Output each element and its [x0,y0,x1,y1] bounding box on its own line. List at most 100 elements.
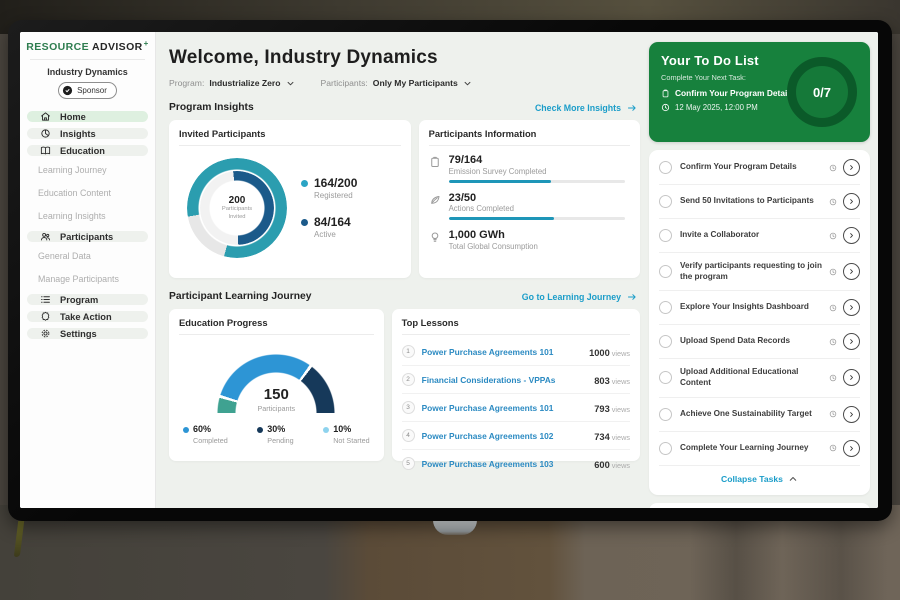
chevron-right-icon [848,232,855,239]
lesson-title-link[interactable]: Power Purchase Agreements 101 [422,347,582,357]
lesson-title-link[interactable]: Power Purchase Agreements 103 [422,459,588,469]
task-open-button[interactable] [843,369,860,386]
clipboard-icon [661,89,670,98]
task-checkbox[interactable] [659,442,672,455]
page-title: Welcome, Industry Dynamics [169,47,640,69]
participants-dropdown-value: Only My Participants [373,78,458,88]
task-open-button[interactable] [843,440,860,457]
task-open-button[interactable] [843,263,860,280]
sidebar-item[interactable]: Manage Participants [27,271,148,287]
sidebar-item[interactable]: Education [27,145,148,156]
sidebar-item[interactable]: Take Action [27,311,148,322]
legend-label: Pending [267,436,293,445]
sidebar-item[interactable]: Education Content [27,185,148,201]
sidebar-item-label: Settings [60,329,97,339]
sidebar: RESOURCE ADVISOR + Industry Dynamics Spo… [20,32,156,508]
legend-value: 84/164 [314,216,351,229]
content-column: Welcome, Industry Dynamics Program: Indu… [169,32,640,508]
sidebar-item[interactable]: Home [27,111,148,122]
program-dropdown-label: Program: [169,78,204,88]
sidebar-item-label: Program [60,295,98,305]
sidebar-item-label: Home [60,112,86,122]
program-dropdown-value: Industrialize Zero [209,78,280,88]
donut-center-value: 200 [229,195,246,206]
legend-dot [301,180,308,187]
task-list: Confirm Your Program Details Send 50 Inv… [659,151,860,466]
lesson-title-link[interactable]: Power Purchase Agreements 102 [422,431,588,441]
clock-icon [829,268,837,276]
task-open-button[interactable] [843,299,860,316]
participants-dropdown[interactable]: Participants: Only My Participants [321,78,472,88]
metric-label: Actions Completed [449,204,630,213]
arrow-right-icon [626,103,638,113]
insights-icon [40,128,51,139]
lesson-rank: 1 [402,345,415,358]
sidebar-divider [30,59,145,60]
legend-item: 60% Completed [183,425,228,445]
task-checkbox[interactable] [659,229,672,242]
sidebar-item[interactable]: Learning Insights [27,208,148,224]
legend-label: Completed [193,436,228,445]
sidebar-item-label: Participants [60,232,113,242]
legend-value: 10% [333,425,369,435]
progress-bar [449,217,625,220]
sidebar-item[interactable]: Insights [27,128,148,139]
chevron-down-icon [463,79,472,88]
settings-icon [40,328,51,339]
app-logo[interactable]: RESOURCE ADVISOR + [20,39,155,59]
section-title-learning-journey: Participant Learning Journey [169,291,311,302]
lesson-title-link[interactable]: Power Purchase Agreements 101 [422,403,588,413]
todo-progress-value: 0/7 [813,85,831,100]
task-open-button[interactable] [843,227,860,244]
task-checkbox[interactable] [659,335,672,348]
arrow-right-icon [626,292,638,302]
donut-center-label: Participants Invited [220,206,254,221]
chevron-right-icon [848,198,855,205]
task-row: Complete Your Learning Journey [659,432,860,466]
program-dropdown[interactable]: Program: Industrialize Zero [169,78,295,88]
chevron-right-icon [848,304,855,311]
legend-label: Not Started [333,436,369,445]
survey-icon [429,156,441,168]
clock-icon [829,198,837,206]
sidebar-item[interactable]: Participants [27,231,148,242]
task-label: Verify participants requesting to join t… [680,261,825,282]
task-checkbox[interactable] [659,161,672,174]
legend-item: 10% Not Started [323,425,369,445]
task-open-button[interactable] [843,333,860,350]
sidebar-item[interactable]: Learning Journey [27,162,148,178]
clock-icon [661,103,670,112]
sponsor-badge[interactable]: Sponsor [58,82,117,99]
invited-participants-donut-chart: 200 Participants Invited [187,158,287,258]
task-checkbox[interactable] [659,301,672,314]
collapse-tasks-link[interactable]: Collapse Tasks [659,466,860,493]
task-checkbox[interactable] [659,195,672,208]
lesson-row: 5 Power Purchase Agreements 103 600views [402,450,630,477]
education-progress-card: Education Progress 150 Participants [169,309,384,461]
sidebar-item-label: Learning Journey [38,165,107,175]
sidebar-item[interactable]: General Data [27,248,148,264]
task-checkbox[interactable] [659,265,672,278]
task-checkbox[interactable] [659,408,672,421]
sidebar-item[interactable]: Program [27,294,148,305]
sidebar-item[interactable]: Settings [27,328,148,339]
card-title: Education Progress [179,317,374,335]
lesson-title-link[interactable]: Financial Considerations - VPPAs [422,375,588,385]
check-more-insights-link[interactable]: Check More Insights [535,103,638,113]
metrics-list: 79/164 Emission Survey Completed [429,154,630,255]
task-checkbox[interactable] [659,371,672,384]
legend-dot [257,427,263,433]
go-to-learning-journey-link[interactable]: Go to Learning Journey [522,292,638,302]
task-label: Invite a Collaborator [680,230,825,241]
gauge-legend: 60% Completed 30% Pending [179,413,374,445]
task-open-button[interactable] [843,193,860,210]
lesson-views-suffix: views [612,405,630,414]
card-title: Invited Participants [179,128,401,146]
lesson-rank: 3 [402,401,415,414]
legend-label: Registered [314,191,357,200]
task-open-button[interactable] [843,159,860,176]
legend-value: 30% [267,425,293,435]
task-open-button[interactable] [843,406,860,423]
card-title: Participants Information [429,128,630,146]
leaf-icon [429,194,441,206]
